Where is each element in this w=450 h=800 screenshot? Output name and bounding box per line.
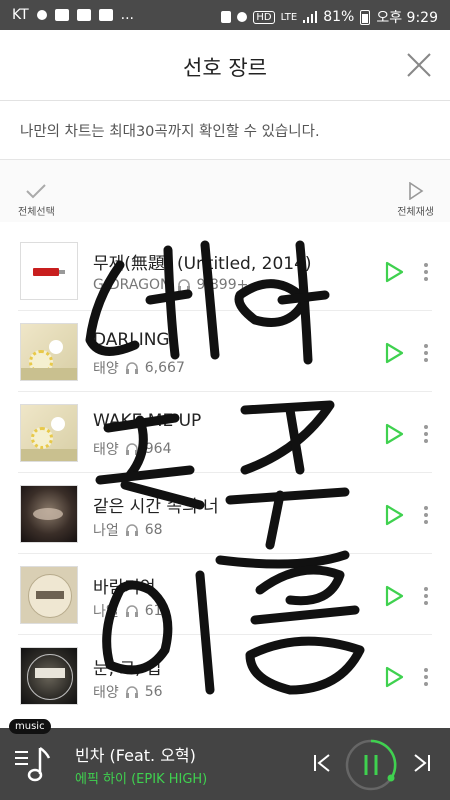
play-outline-icon xyxy=(408,182,424,200)
play-count: 6,667 xyxy=(144,360,185,376)
more-vertical-icon[interactable] xyxy=(423,667,429,687)
headphones-icon xyxy=(125,686,138,698)
status-bar: KT ... HD LTE 81% 오후 9:29 xyxy=(0,0,450,30)
song-artist: G-DRAGON xyxy=(93,277,171,293)
play-icon[interactable] xyxy=(384,585,404,607)
more-vertical-icon[interactable] xyxy=(423,424,429,444)
album-art xyxy=(20,485,78,543)
play-count: 61 xyxy=(144,603,163,619)
more-notifications-label: ... xyxy=(120,7,135,23)
song-artist: 나얼 xyxy=(93,523,119,539)
mini-player[interactable]: 빈차 (Feat. 오혁) 에픽 하이 (EPIK HIGH) xyxy=(0,728,450,800)
play-count: 9,899+ xyxy=(196,277,249,293)
alarm-icon xyxy=(237,12,248,22)
header: 선호 장르 xyxy=(0,30,450,101)
music-tag: music xyxy=(9,719,51,734)
carrier-label: KT xyxy=(12,7,29,23)
play-all-label: 전체재생 xyxy=(397,207,434,218)
select-all-button[interactable]: 전체선택 xyxy=(18,182,55,218)
now-playing-title: 빈차 (Feat. 오혁) xyxy=(75,746,196,765)
play-icon[interactable] xyxy=(384,342,404,364)
play-count: 964 xyxy=(144,441,172,457)
song-meta: 나얼 61 xyxy=(93,601,163,621)
album-art xyxy=(20,323,78,381)
more-vertical-icon[interactable] xyxy=(423,586,429,606)
song-row[interactable]: 같은 시간 속의 너 나얼 68 xyxy=(0,473,450,554)
song-row[interactable]: 눈, 코, 입 태양 56 xyxy=(0,635,450,716)
notice-text: 나만의 차트는 최대30곡까지 확인할 수 있습니다. xyxy=(20,124,320,140)
song-meta: 태양 964 xyxy=(93,439,172,459)
pause-icon[interactable] xyxy=(344,738,398,792)
play-icon[interactable] xyxy=(384,423,404,445)
play-count: 68 xyxy=(144,522,163,538)
song-row[interactable]: DARLING 태양 6,667 xyxy=(0,311,450,392)
song-artist: 태양 xyxy=(93,442,119,458)
next-icon[interactable] xyxy=(412,752,432,774)
now-playing-artist: 에픽 하이 (EPIK HIGH) xyxy=(75,772,208,787)
toolbar: 전체선택 전체재생 xyxy=(0,160,450,222)
youtube-icon xyxy=(98,9,113,21)
song-meta: 태양 6,667 xyxy=(93,358,185,378)
play-icon[interactable] xyxy=(384,504,404,526)
more-vertical-icon[interactable] xyxy=(423,262,429,282)
album-art xyxy=(20,566,78,624)
song-meta: 태양 56 xyxy=(93,682,163,702)
song-title: 무제(無題) (Untitled, 2014) xyxy=(93,254,312,274)
more-vertical-icon[interactable] xyxy=(423,505,429,525)
page-title: 선호 장르 xyxy=(183,56,267,80)
notification-icon xyxy=(36,10,47,20)
play-all-button[interactable]: 전체재생 xyxy=(397,182,434,218)
select-all-label: 전체선택 xyxy=(18,207,55,218)
vibrate-icon xyxy=(221,11,232,23)
headphones-icon xyxy=(177,279,190,291)
more-vertical-icon[interactable] xyxy=(423,343,429,363)
song-meta: 나얼 68 xyxy=(93,520,163,540)
clock: 오후 9:29 xyxy=(376,10,438,26)
play-count: 56 xyxy=(144,684,163,700)
song-title: WAKE ME UP xyxy=(93,411,202,431)
song-row[interactable]: WAKE ME UP 태양 964 xyxy=(0,392,450,473)
song-meta: G-DRAGON 9,899+ xyxy=(93,277,248,293)
notice-banner: 나만의 차트는 최대30곡까지 확인할 수 있습니다. xyxy=(0,101,450,160)
song-title: DARLING xyxy=(93,330,170,350)
battery-icon xyxy=(360,9,371,25)
headphones-icon xyxy=(125,362,138,374)
bag-icon xyxy=(76,9,91,21)
album-art xyxy=(20,647,78,705)
song-artist: 태양 xyxy=(93,685,119,701)
play-icon[interactable] xyxy=(384,666,404,688)
song-artist: 태양 xyxy=(93,361,119,377)
song-row[interactable]: 무제(無題) (Untitled, 2014) G-DRAGON 9,899+ xyxy=(0,230,450,311)
battery-percent: 81% xyxy=(323,9,355,25)
album-art xyxy=(20,242,78,300)
music-note-icon[interactable] xyxy=(14,744,52,784)
lte-label: LTE xyxy=(280,11,298,23)
song-row[interactable]: 바람기억 나얼 61 xyxy=(0,554,450,635)
song-title: 같은 시간 속의 너 xyxy=(93,497,219,517)
hd-label: HD xyxy=(253,10,275,24)
headphones-icon xyxy=(125,443,138,455)
song-title: 바람기억 xyxy=(93,578,156,598)
message-icon xyxy=(54,9,69,21)
headphones-icon xyxy=(125,524,138,536)
signal-icon xyxy=(303,11,318,23)
close-icon[interactable] xyxy=(404,50,434,80)
song-artist: 나얼 xyxy=(93,604,119,620)
album-art xyxy=(20,404,78,462)
play-icon[interactable] xyxy=(384,261,404,283)
headphones-icon xyxy=(125,605,138,617)
check-icon xyxy=(26,184,47,199)
song-title: 눈, 코, 입 xyxy=(93,659,162,679)
prev-icon[interactable] xyxy=(312,752,332,774)
